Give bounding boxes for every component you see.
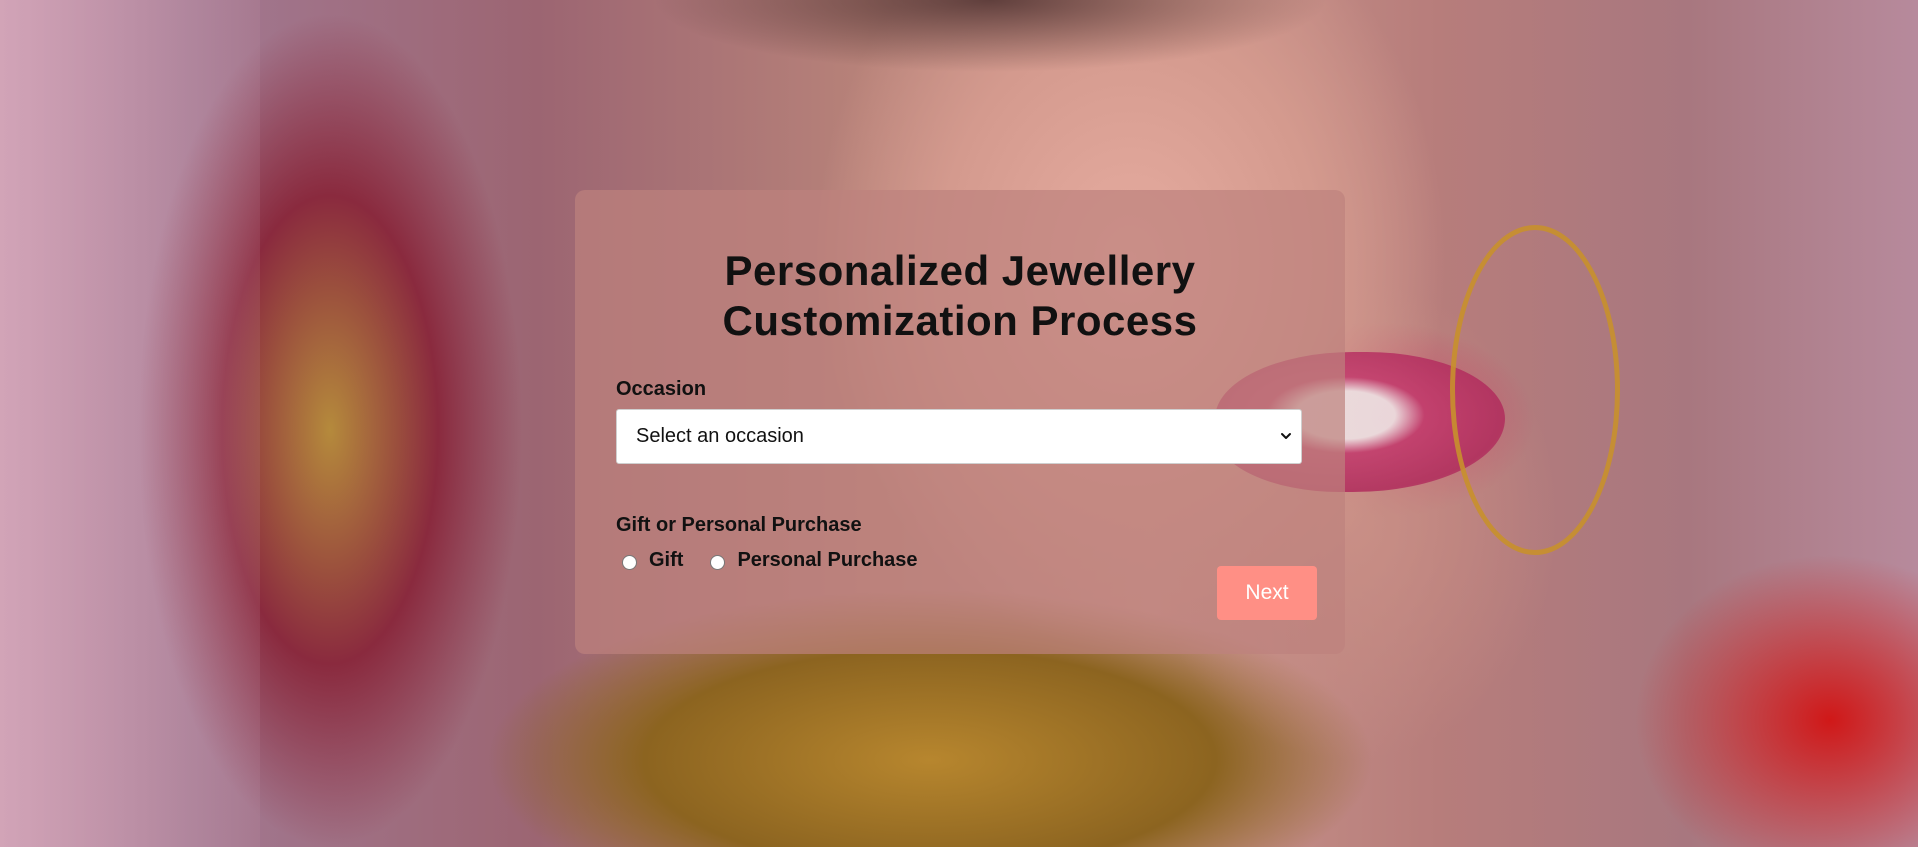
title-line-2: Customization Process	[722, 297, 1198, 344]
occasion-label: Occasion	[616, 378, 707, 400]
background-veil	[0, 0, 260, 847]
chevron-down-icon	[1281, 433, 1291, 439]
page-title: Personalized Jewellery Customization Pro…	[575, 246, 1345, 346]
purchase-type-radio-group: Gift Personal Purchase	[622, 545, 918, 575]
background-hair	[540, 0, 1440, 140]
occasion-select-value: Select an occasion	[636, 425, 804, 447]
occasion-select[interactable]: Select an occasion	[616, 409, 1302, 464]
customization-form-card: Personalized Jewellery Customization Pro…	[575, 190, 1345, 654]
gift-radio-label[interactable]: Gift	[649, 549, 683, 572]
gift-radio[interactable]	[622, 554, 637, 570]
purchase-type-label: Gift or Personal Purchase	[616, 514, 862, 536]
personal-purchase-radio[interactable]	[710, 554, 726, 570]
page: Personalized Jewellery Customization Pro…	[0, 0, 1918, 847]
next-button[interactable]: Next	[1217, 566, 1317, 620]
personal-purchase-radio-label[interactable]: Personal Purchase	[737, 549, 917, 572]
background-nose-ring	[1450, 225, 1620, 555]
title-line-1: Personalized Jewellery	[724, 247, 1196, 294]
